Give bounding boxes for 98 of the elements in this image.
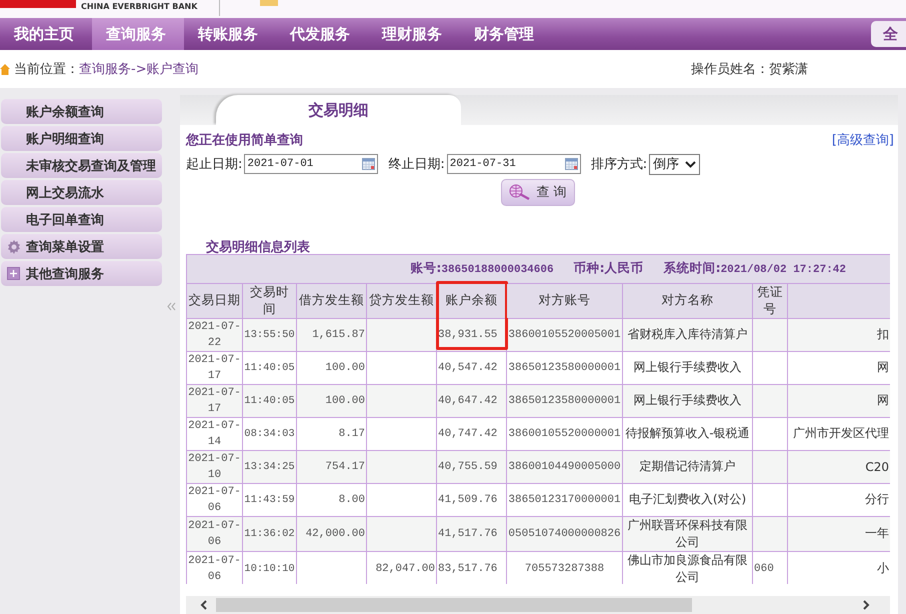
globe-search-icon [509,184,532,200]
column-header: 交易时间 [242,283,296,318]
breadcrumb-link[interactable]: 查询服务->账户查询 [79,60,199,78]
table-cell: 38650123170000001 [506,483,622,516]
table-cell: 754.17 [296,450,366,484]
column-header: 对方名称 [622,283,752,318]
column-header: 凭证号 [752,283,788,318]
table-cell: 2021-07-06 [186,551,242,584]
column-header: 贷方发生额 [366,283,436,318]
account-number: 38650188000034606 [441,264,554,276]
sidebar-item[interactable]: 电子回单查询 [1,207,162,232]
table-cell: 38650123580000001 [506,351,622,384]
table-cell: 电子汇划费收入(对公) [622,483,752,516]
table-cell: 扣 [788,318,890,352]
system-time-label: 系统时间: [664,260,721,276]
calendar-icon[interactable] [564,158,578,170]
column-header: 交易日期 [186,283,242,318]
table-cell: 8.00 [296,483,366,516]
table-cell: 38600105520000001 [506,417,622,450]
end-date-field[interactable]: 2021-07-31 [446,154,581,174]
chevron-down-icon [685,160,696,168]
table-cell: 38600105520005001 [506,318,622,352]
table-cell: 2021-07-22 [186,318,242,352]
nav-tab[interactable]: 代发服务 [276,18,368,50]
panel-tab[interactable]: 交易明细 [216,95,461,125]
table-cell: 8.17 [296,417,366,450]
table-cell: 13:34:25 [242,450,296,484]
sidebar-item[interactable]: 查询菜单设置 [1,234,162,259]
table-cell: 11:40:05 [242,384,296,418]
table-cell: 定期借记待清算户 [622,450,752,484]
nav-tab[interactable]: 财务管理 [460,18,552,50]
table-cell: 11:36:02 [242,516,296,552]
table-cell: 060 [752,551,788,584]
table-cell: 2021-07-14 [186,417,242,450]
table-cell: 10:10:10 [242,551,296,584]
column-header: 借方发生额 [296,283,366,318]
table-cell: 40,547.42 [436,351,506,384]
table-cell: 广州联晋环保科技有限公司 [622,516,752,552]
table-cell: 2021-07-06 [186,483,242,516]
nav-tab[interactable]: 我的主页 [0,18,92,50]
table-cell: 网 [788,384,890,418]
table-cell: 2021-07-17 [186,384,242,418]
table-cell: 网上银行手续费收入 [622,351,752,384]
emblem-icon [260,0,278,6]
start-date-field[interactable]: 2021-07-01 [244,154,378,174]
table-cell: 42,000.00 [296,516,366,552]
table-cell: 一年 [788,516,890,552]
table-cell: 待报解预算收入-银税通 [622,417,752,450]
table-cell: 11:40:05 [242,351,296,384]
calendar-icon[interactable] [362,158,376,170]
table-cell: 1,615.87 [296,318,366,352]
system-time: 2021/08/02 17:27:42 [720,264,846,276]
home-icon [0,64,10,74]
table-cell: 2021-07-06 [186,516,242,552]
advanced-query-link[interactable]: [高级查询] [832,130,894,149]
table-cell: 13:55:50 [242,318,296,352]
query-button[interactable]: 查 询 [501,178,575,206]
start-date-label: 起止日期: [186,156,242,174]
nav-tab[interactable]: 理财服务 [368,18,460,50]
table-cell: 08:34:03 [242,417,296,450]
location-label: 当前位置： [14,61,79,78]
table-cell: 41,509.76 [436,483,506,516]
table-cell: 41,517.76 [436,516,506,552]
account-label: 账号: [410,260,442,276]
gear-icon [7,240,21,254]
table-cell: 11:43:59 [242,483,296,516]
operator-name: 操作员姓名：贺紫潇 [691,61,808,78]
table-cell: 100.00 [296,351,366,384]
sidebar-item[interactable]: 未审核交易查询及管理 [1,153,162,178]
table-cell: 网上银行手续费收入 [622,384,752,418]
table-cell: 100.00 [296,384,366,418]
table-cell: 2021-07-17 [186,351,242,384]
table-cell: 2021-07-10 [186,450,242,484]
sidebar-item[interactable]: 其他查询服务 [1,261,162,286]
table-cell: 40,755.59 [436,450,506,484]
table-cell: 省财税库入库待清算户 [622,318,752,352]
table-cell: 40,647.42 [436,384,506,418]
table-cell: 40,747.42 [436,417,506,450]
table-cell: 38650123580000001 [506,384,622,418]
sort-label: 排序方式: [590,156,648,174]
table-cell: 38600104490005000 [506,450,622,484]
table-cell: C20 [788,450,890,484]
list-title: 交易明细信息列表 [206,238,311,254]
bank-name: CHINA EVERBRIGHT BANK [81,2,198,12]
table-cell: 05051074000000826 [506,516,622,552]
sort-dropdown[interactable]: 倒序 [649,154,700,175]
horizontal-scrollbar[interactable] [186,596,890,614]
currency-label: 币种:人民币 [574,260,644,276]
nav-tab[interactable]: 转账服务 [184,18,276,50]
sidebar-item[interactable]: 账户余额查询 [1,99,162,124]
sidebar-item[interactable]: 账户明细查询 [1,126,162,151]
plus-icon [7,267,20,280]
end-date-label: 终止日期: [388,156,445,174]
column-header: 对方账号 [506,283,622,318]
all-button[interactable]: 全 [871,21,906,47]
sidebar-item[interactable]: 网上交易流水 [1,180,162,205]
query-mode-title: 您正在使用简单查询 [186,132,303,149]
table-cell: 83,517.76 [436,551,506,584]
